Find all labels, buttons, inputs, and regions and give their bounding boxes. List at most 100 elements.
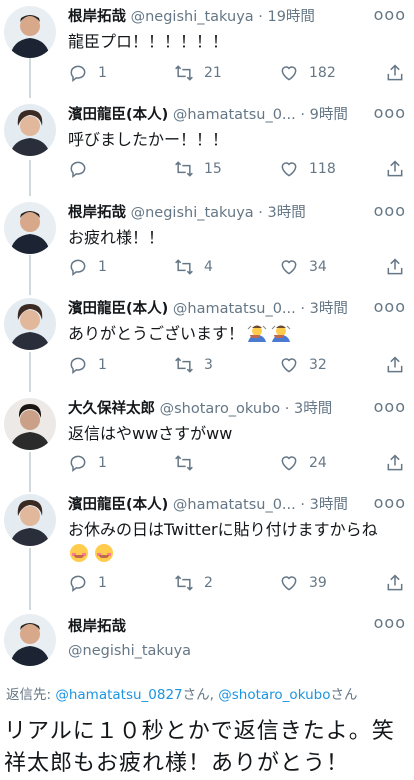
tweet[interactable]: 濱田龍臣(本人) @hamatatsu_0... · 3時間 ooo ありがとう… — [0, 298, 414, 378]
retweet-button[interactable]: 4 — [174, 256, 213, 278]
like-button[interactable]: 118 — [279, 158, 336, 180]
mention-link[interactable]: @hamatatsu_0827 — [55, 687, 182, 703]
avatar[interactable] — [4, 202, 56, 254]
retweet-button[interactable]: 3 — [174, 354, 213, 376]
reply-to-suffix: さん, — [182, 687, 219, 703]
smiling-face-emoji — [70, 544, 88, 562]
more-icon[interactable]: ooo — [374, 614, 406, 632]
more-icon[interactable]: ooo — [374, 202, 406, 220]
tweet-actions: 15 118 — [68, 158, 414, 180]
share-button[interactable] — [385, 354, 414, 376]
reply-button[interactable] — [68, 158, 98, 180]
display-name[interactable]: 根岸拓哉 — [68, 616, 374, 638]
share-button[interactable] — [385, 452, 414, 474]
tweet-text: ありがとうございます！ — [68, 324, 245, 343]
reply-icon — [70, 575, 86, 593]
timestamp[interactable]: 3時間 — [310, 497, 348, 513]
retweet-button[interactable]: 21 — [174, 62, 222, 84]
tweet[interactable]: 根岸拓哉 @negishi_takuya · 3時間 ooo お疲れ様！！ 1 … — [0, 202, 414, 282]
tweet-header: 根岸拓哉 @negishi_takuya · 3時間 — [68, 202, 374, 224]
tweet-actions: 1 2 39 — [68, 572, 414, 594]
like-button[interactable]: 34 — [279, 256, 327, 278]
like-button[interactable]: 32 — [279, 354, 327, 376]
user-handle[interactable]: @shotaro_okubo — [160, 401, 281, 417]
user-handle[interactable]: @hamatatsu_0... — [173, 497, 296, 513]
mention-link[interactable]: @shotaro_okubo — [218, 687, 330, 703]
reply-icon — [70, 161, 86, 179]
user-handle[interactable]: @negishi_takuya — [131, 9, 254, 25]
more-icon[interactable]: ooo — [374, 6, 406, 24]
more-icon[interactable]: ooo — [374, 398, 406, 416]
tweet[interactable]: 根岸拓哉 @negishi_takuya · 19時間 ooo 龍臣プロ！！！！… — [0, 6, 414, 86]
separator: · — [280, 401, 294, 417]
user-handle[interactable]: @negishi_takuya — [131, 205, 254, 221]
retweet-icon — [175, 161, 193, 177]
avatar[interactable] — [4, 298, 56, 350]
display-name[interactable]: 大久保祥太郎 — [68, 401, 155, 417]
like-icon — [281, 358, 297, 373]
like-button[interactable]: 182 — [279, 62, 336, 84]
display-name[interactable]: 根岸拓哉 — [68, 205, 126, 221]
tweet-text: 呼びましたかー！！！ — [68, 130, 229, 149]
reply-button[interactable]: 1 — [68, 572, 107, 594]
reply-button[interactable]: 1 — [68, 354, 107, 376]
like-button[interactable]: 39 — [279, 572, 327, 594]
reply-count: 1 — [98, 575, 107, 591]
tweet-text: お疲れ様！！ — [68, 228, 165, 247]
share-button[interactable] — [385, 158, 414, 180]
display-name[interactable]: 濱田龍臣(本人) — [68, 301, 168, 317]
timestamp[interactable]: 19時間 — [267, 9, 314, 25]
retweet-icon — [175, 455, 193, 471]
timestamp[interactable]: 3時間 — [267, 205, 305, 221]
bowing-person-emoji — [270, 324, 292, 342]
reply-icon — [70, 455, 86, 473]
more-icon[interactable]: ooo — [374, 298, 406, 316]
focused-tweet-header[interactable]: 根岸拓哉 @negishi_takuya ooo — [0, 614, 414, 674]
avatar[interactable] — [4, 6, 56, 58]
retweet-button[interactable] — [174, 452, 204, 474]
share-icon — [387, 258, 403, 275]
tweet[interactable]: 濱田龍臣(本人) @hamatatsu_0... · 9時間 ooo 呼びました… — [0, 104, 414, 184]
like-button[interactable]: 24 — [279, 452, 327, 474]
share-icon — [387, 160, 403, 177]
timestamp[interactable]: 3時間 — [294, 401, 332, 417]
timestamp[interactable]: 3時間 — [310, 301, 348, 317]
more-icon[interactable]: ooo — [374, 104, 406, 122]
reply-button[interactable]: 1 — [68, 62, 107, 84]
retweet-icon — [175, 575, 193, 591]
avatar[interactable] — [4, 494, 56, 546]
tweet[interactable]: 大久保祥太郎 @shotaro_okubo · 3時間 ooo 返信はやwwさす… — [0, 398, 414, 478]
display-name[interactable]: 濱田龍臣(本人) — [68, 497, 168, 513]
tweet-actions: 1 21 182 — [68, 62, 414, 84]
timestamp[interactable]: 9時間 — [310, 107, 348, 123]
reply-count: 1 — [98, 357, 107, 373]
reply-icon — [70, 65, 86, 83]
share-button[interactable] — [385, 62, 414, 84]
display-name[interactable]: 濱田龍臣(本人) — [68, 107, 168, 123]
smiling-face-emoji — [95, 544, 114, 562]
share-icon — [387, 574, 403, 591]
user-handle[interactable]: @hamatatsu_0... — [173, 107, 296, 123]
reply-button[interactable]: 1 — [68, 452, 107, 474]
more-icon[interactable]: ooo — [374, 494, 406, 512]
user-handle[interactable]: @hamatatsu_0... — [173, 301, 296, 317]
reply-to-prefix: 返信先: — [6, 687, 56, 703]
avatar[interactable] — [4, 614, 56, 666]
display-name[interactable]: 根岸拓哉 — [68, 9, 126, 25]
share-button[interactable] — [385, 256, 414, 278]
separator: · — [253, 9, 268, 25]
user-handle[interactable]: @negishi_takuya — [68, 640, 374, 662]
retweet-icon — [175, 65, 193, 81]
like-count: 34 — [309, 259, 327, 275]
tweet-text-container: ありがとうございます！ — [68, 322, 390, 346]
tweet[interactable]: 濱田龍臣(本人) @hamatatsu_0... · 3時間 ooo お休みの日… — [0, 494, 414, 598]
share-button[interactable] — [385, 572, 414, 594]
retweet-button[interactable]: 15 — [174, 158, 222, 180]
reply-icon — [70, 259, 86, 277]
retweet-button[interactable]: 2 — [174, 572, 213, 594]
separator: · — [253, 205, 268, 221]
avatar[interactable] — [4, 104, 56, 156]
tweet-actions: 1 24 — [68, 452, 414, 474]
avatar[interactable] — [4, 398, 56, 450]
reply-button[interactable]: 1 — [68, 256, 107, 278]
